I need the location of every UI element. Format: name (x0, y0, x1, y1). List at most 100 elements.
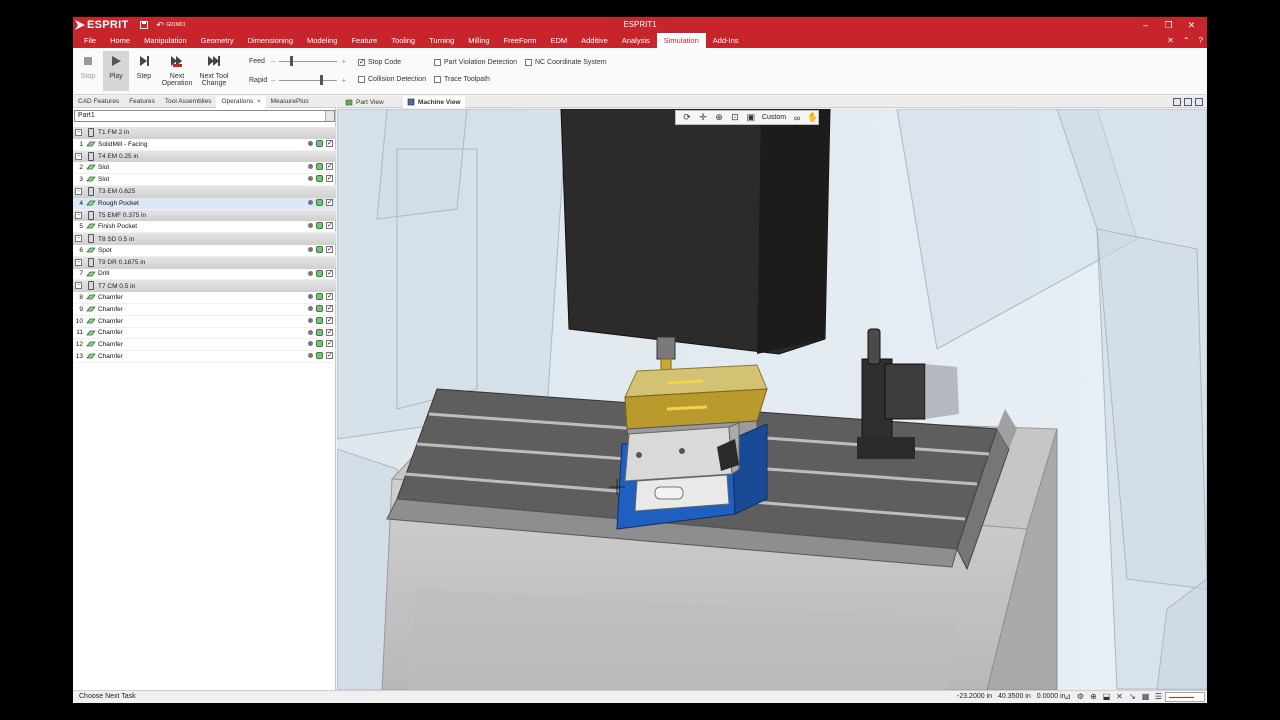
simulate-icon[interactable] (316, 139, 323, 147)
simulate-icon[interactable] (316, 304, 323, 312)
step-button[interactable]: Step (133, 51, 155, 91)
tool-group-row[interactable]: - T4 EM 0.25 in (73, 150, 336, 163)
nc-coordinate-checkbox[interactable]: NC Coordinate System (525, 57, 607, 67)
binoculars-icon[interactable]: ∞ (792, 113, 802, 123)
operation-checkbox[interactable]: ✓ (326, 316, 333, 324)
simulate-icon[interactable] (316, 328, 323, 336)
menu-file[interactable]: File (77, 33, 103, 48)
tab-close-icon[interactable]: × (257, 98, 261, 105)
settings-icon[interactable]: ⚙ (1076, 692, 1085, 701)
tool-group-row[interactable]: - T8 SD 0.5 in (73, 233, 336, 245)
close-snap-icon[interactable]: ✕ (1115, 692, 1124, 701)
machine-scene[interactable] (337, 109, 1207, 690)
menu-home[interactable]: Home (103, 33, 137, 48)
view-cube-icon[interactable]: ▣ (746, 112, 756, 123)
menu-edm[interactable]: EDM (543, 33, 574, 48)
close-button[interactable]: ✕ (1180, 17, 1203, 33)
close-document-icon[interactable]: ✕ (1167, 36, 1174, 45)
collapse-ribbon-icon[interactable]: ⌃ (1183, 36, 1190, 45)
tool-group-row[interactable]: - T3 EM 0.625 (73, 185, 336, 198)
operation-row[interactable]: 13 Chamfer ✓ (73, 351, 336, 363)
chevron-down-icon[interactable] (325, 111, 334, 121)
menu-add-ins[interactable]: Add-Ins (706, 33, 746, 48)
rapid-slider[interactable]: Rapid – + (249, 74, 346, 86)
rapid-decrease-icon[interactable]: – (271, 76, 275, 85)
collapse-icon[interactable]: - (75, 235, 82, 243)
stop-code-box[interactable]: ✓ (358, 58, 365, 66)
tab-operations[interactable]: Operations × (216, 96, 266, 108)
tab-machine-view[interactable]: Machine View (403, 96, 465, 108)
operation-row[interactable]: 5 Finish Pocket ✓ (73, 221, 336, 234)
operation-checkbox[interactable]: ✓ (326, 352, 333, 360)
menu-manipulation[interactable]: Manipulation (137, 33, 194, 48)
part-select[interactable]: Part1 (74, 110, 335, 122)
minimize-button[interactable]: – (1134, 17, 1157, 33)
part-violation-checkbox[interactable]: Part Violation Detection (434, 57, 517, 67)
menu-milling[interactable]: Milling (461, 33, 496, 48)
next-operation-button[interactable]: Next Operation (159, 51, 195, 91)
menu-tooling[interactable]: Tooling (384, 33, 422, 48)
collapse-icon[interactable]: - (75, 282, 82, 290)
menu-turning[interactable]: Turning (422, 33, 461, 48)
operation-checkbox[interactable]: ✓ (326, 163, 333, 171)
part-violation-box[interactable] (434, 58, 441, 66)
machine-viewport[interactable]: ⟳ ✛ ⊕ ⊡ ▣ Custom ∞ ✋ (337, 109, 1207, 690)
simulate-icon[interactable] (316, 293, 323, 301)
operation-checkbox[interactable]: ✓ (326, 245, 333, 253)
tool-group-row[interactable]: - T7 CM 0.5 in (73, 280, 336, 293)
simulate-icon[interactable] (316, 175, 323, 183)
operation-row[interactable]: 11 Chamfer ✓ (73, 328, 336, 340)
menu-modeling[interactable]: Modeling (300, 33, 344, 48)
tab-cad-features[interactable]: CAD Features (73, 96, 124, 108)
menu-freeform[interactable]: FreeForm (497, 33, 544, 48)
operation-checkbox[interactable]: ✓ (326, 198, 333, 206)
restore-view-icon[interactable] (1173, 98, 1181, 106)
operation-row[interactable]: 6 Spot ✓ (73, 245, 336, 257)
operation-checkbox[interactable]: ✓ (326, 340, 333, 348)
simulate-icon[interactable] (316, 340, 323, 348)
collapse-icon[interactable]: - (75, 258, 82, 266)
operation-checkbox[interactable]: ✓ (326, 328, 333, 336)
collapse-icon[interactable]: - (75, 187, 82, 195)
menu-simulation[interactable]: Simulation (656, 33, 706, 48)
feed-slider[interactable]: Feed – + (249, 55, 346, 67)
zoom-in-icon[interactable]: ⊕ (714, 112, 724, 123)
cursor-icon[interactable]: ↘ (1128, 692, 1137, 701)
collapse-icon[interactable]: - (75, 211, 82, 219)
simulate-icon[interactable] (316, 352, 323, 360)
collapse-icon[interactable]: - (75, 129, 82, 136)
operation-row[interactable]: 10 Chamfer ✓ (73, 316, 336, 328)
feed-thumb[interactable] (290, 55, 294, 66)
tool-group-row[interactable]: - T5 EMF 0.375 in (73, 209, 336, 222)
rotate-view-icon[interactable]: ⟳ (682, 112, 692, 123)
menu-additive[interactable]: Additive (574, 33, 615, 48)
simulate-icon[interactable] (316, 163, 323, 171)
rapid-track[interactable] (279, 74, 338, 85)
next-tool-change-button[interactable]: Next Tool Change (197, 51, 231, 91)
collision-detection-checkbox[interactable]: Collision Detection (358, 74, 426, 84)
operation-checkbox[interactable]: ✓ (326, 293, 333, 301)
zoom-window-icon[interactable]: ⊡ (730, 112, 740, 123)
workplane-icon[interactable]: ⬓ (1102, 692, 1111, 701)
tab-part-view[interactable]: Part View (341, 96, 388, 108)
restore-button[interactable]: ❐ (1157, 17, 1180, 33)
operation-row[interactable]: 7 Drill ✓ (73, 269, 336, 281)
tab-measureplus[interactable]: MeasurePlus (266, 96, 314, 108)
operation-row[interactable]: 1 SolidMill - Facing ✓ (73, 139, 336, 151)
stop-button[interactable]: Stop (77, 51, 99, 91)
operation-checkbox[interactable]: ✓ (326, 269, 333, 277)
tab-features[interactable]: Features (124, 96, 160, 108)
trace-toolpath-box[interactable] (434, 75, 441, 83)
nc-coordinate-box[interactable] (525, 58, 532, 66)
tool-group-row[interactable]: - T1 FM 2 in (73, 127, 336, 139)
tab-tool-assemblies[interactable]: Tool Assemblies (160, 96, 217, 108)
simulate-icon[interactable] (316, 245, 323, 253)
operation-checkbox[interactable]: ✓ (326, 139, 333, 147)
line-style-selector[interactable] (1165, 692, 1205, 702)
pan-view-icon[interactable]: ✛ (698, 112, 708, 123)
rapid-increase-icon[interactable]: + (341, 76, 346, 85)
menu-dimensioning[interactable]: Dimensioning (241, 33, 300, 48)
play-button[interactable]: Play (103, 51, 129, 91)
grid-icon[interactable]: ▦ (1141, 692, 1150, 701)
simulate-icon[interactable] (316, 269, 323, 277)
